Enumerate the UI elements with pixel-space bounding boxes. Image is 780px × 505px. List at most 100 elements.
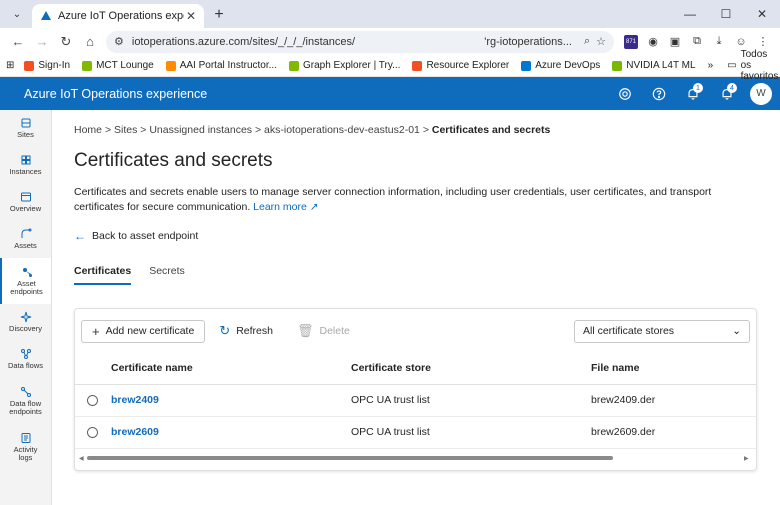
assets-icon bbox=[21, 228, 31, 239]
scroll-track[interactable] bbox=[87, 456, 744, 460]
certificate-store-dropdown[interactable]: All certificate stores ⌄ bbox=[574, 319, 750, 343]
learn-more-link[interactable]: Learn more ↗ bbox=[253, 201, 318, 213]
scroll-thumb[interactable] bbox=[87, 456, 613, 460]
close-window-icon[interactable]: ✕ bbox=[744, 0, 780, 28]
apps-grid-icon[interactable]: ⊞ bbox=[6, 60, 14, 71]
table-row[interactable]: brew2609 OPC UA trust list brew2609.der bbox=[75, 416, 756, 449]
nav-item-sites[interactable]: Sites bbox=[0, 110, 51, 147]
tab-search-icon[interactable]: ⌄ bbox=[6, 3, 28, 25]
alerts-icon[interactable]: 4 bbox=[710, 77, 744, 110]
certificate-store-cell: OPC UA trust list bbox=[351, 384, 591, 417]
breadcrumb-unassigned-instances[interactable]: Unassigned instances bbox=[149, 124, 252, 136]
bookmarks-bar: ⊞ Sign-In MCT Lounge AAI Portal Instruct… bbox=[0, 49, 780, 82]
extension-871-icon[interactable]: 871 bbox=[620, 31, 642, 53]
asset-endpoints-icon bbox=[22, 267, 32, 277]
bookmark-item[interactable]: NVIDIA L4T ML bbox=[612, 60, 696, 71]
app-title[interactable]: Azure IoT Operations experience bbox=[24, 87, 608, 101]
site-info-icon[interactable]: ⚙ bbox=[114, 35, 124, 48]
tab-close-icon[interactable]: ✕ bbox=[184, 9, 198, 23]
delete-button[interactable]: 🗑 Delete bbox=[287, 320, 360, 343]
camera-icon[interactable]: ◉ bbox=[642, 31, 664, 53]
url-text: iotoperations.azure.com/sites/_/_/_/inst… bbox=[131, 35, 356, 48]
bookmark-item[interactable]: Azure DevOps bbox=[521, 60, 600, 71]
trash-icon: 🗑 bbox=[296, 323, 314, 338]
breadcrumb: Home > Sites > Unassigned instances > ak… bbox=[74, 124, 551, 136]
sites-icon bbox=[21, 118, 30, 128]
nav-item-overview[interactable]: Overview bbox=[0, 184, 51, 221]
left-nav: Sites Instances Overview Assets Asset en… bbox=[0, 110, 52, 505]
breadcrumb-sites[interactable]: Sites bbox=[114, 124, 137, 136]
page-title: Certificates and secrets bbox=[74, 150, 273, 171]
tab-certificates[interactable]: Certificates bbox=[74, 265, 132, 285]
breadcrumb-current: Certificates and secrets bbox=[431, 124, 551, 136]
extensions-puzzle-icon[interactable]: ⧉ bbox=[686, 31, 708, 53]
bookmark-favicon-icon bbox=[612, 60, 623, 71]
page-description: Certificates and secrets enable users to… bbox=[74, 186, 712, 213]
scroll-right-icon[interactable]: ▶ bbox=[744, 455, 752, 462]
new-tab-button[interactable]: + bbox=[208, 4, 230, 26]
bookmarks-overflow-button[interactable]: » bbox=[708, 60, 714, 71]
back-to-asset-endpoint-link[interactable]: ← Back to asset endpoint bbox=[74, 229, 758, 243]
bookmark-item[interactable]: MCT Lounge bbox=[82, 60, 154, 71]
column-header-certificate-name[interactable]: Certificate name bbox=[111, 353, 351, 385]
settings-icon[interactable] bbox=[608, 77, 642, 110]
help-icon[interactable] bbox=[642, 77, 676, 110]
plus-icon: + bbox=[92, 323, 100, 339]
nav-item-discovery[interactable]: Discovery bbox=[0, 304, 51, 341]
browser-tabstrip: ⌄ Azure IoT Operations experienc ✕ + — ☐… bbox=[0, 0, 780, 28]
add-new-certificate-button[interactable]: + Add new certificate bbox=[81, 319, 206, 343]
azure-iot-favicon-icon bbox=[41, 11, 51, 20]
certificates-card: + Add new certificate ↻ Refresh 🗑 Delete… bbox=[74, 308, 757, 471]
table-row[interactable]: brew2409 OPC UA trust list brew2409.der bbox=[75, 384, 756, 417]
bookmark-item[interactable]: Resource Explorer bbox=[412, 60, 509, 71]
breadcrumb-home[interactable]: Home bbox=[74, 124, 102, 136]
user-avatar[interactable]: W bbox=[750, 82, 772, 105]
main-content: Home > Sites > Unassigned instances > ak… bbox=[52, 110, 780, 505]
maximize-icon[interactable]: ☐ bbox=[708, 0, 744, 28]
bookmark-favicon-icon bbox=[82, 60, 93, 71]
bookmark-item[interactable]: Graph Explorer | Try... bbox=[288, 60, 400, 71]
bookmark-item[interactable]: Sign-In bbox=[24, 60, 70, 71]
window-controls: — ☐ ✕ bbox=[672, 0, 780, 28]
home-icon[interactable]: ⌂ bbox=[78, 30, 102, 54]
scroll-left-icon[interactable]: ◀ bbox=[79, 455, 87, 462]
certificates-table: Certificate name Certificate store File … bbox=[75, 353, 756, 449]
column-header-file-name[interactable]: File name bbox=[591, 353, 756, 385]
address-bar[interactable]: ⚙ iotoperations.azure.com/sites/_/_/_/in… bbox=[106, 30, 614, 53]
all-bookmarks-link[interactable]: Todos os favoritos bbox=[741, 49, 779, 82]
browser-tab[interactable]: Azure IoT Operations experienc ✕ bbox=[32, 4, 204, 28]
nav-item-assets[interactable]: Assets bbox=[0, 221, 51, 258]
app-header: Azure IoT Operations experience 1 4 W bbox=[0, 77, 780, 110]
nav-item-activity-logs[interactable]: Activity logs bbox=[0, 424, 51, 470]
browser-toolbar: ← → ↻ ⌂ ⚙ iotoperations.azure.com/sites/… bbox=[0, 28, 780, 55]
bookmark-item[interactable]: AAI Portal Instructor... bbox=[165, 60, 277, 71]
reload-icon[interactable]: ↻ bbox=[54, 30, 78, 54]
star-icon[interactable]: ☆ bbox=[596, 35, 606, 48]
nav-item-instances[interactable]: Instances bbox=[0, 147, 51, 184]
column-header-certificate-store[interactable]: Certificate store bbox=[351, 353, 591, 385]
external-link-icon: ↗ bbox=[309, 201, 319, 213]
certificate-name-link[interactable]: brew2409 bbox=[111, 394, 159, 406]
nav-item-data-flows[interactable]: Data flows bbox=[0, 341, 51, 378]
certificate-name-link[interactable]: brew2609 bbox=[111, 426, 159, 438]
nav-item-asset-endpoints[interactable]: Asset endpoints bbox=[0, 258, 51, 304]
extension-square-icon[interactable]: ▣ bbox=[664, 31, 686, 53]
bookmark-favicon-icon bbox=[165, 60, 176, 71]
nav-item-data-flow-endpoints[interactable]: Data flow endpoints bbox=[0, 378, 51, 424]
row-select-radio[interactable] bbox=[87, 394, 98, 406]
tab-secrets[interactable]: Secrets bbox=[149, 265, 185, 285]
discovery-icon bbox=[20, 312, 31, 323]
row-select-radio[interactable] bbox=[87, 426, 98, 438]
file-name-cell: brew2409.der bbox=[591, 384, 756, 417]
arrow-left-icon: ← bbox=[74, 229, 86, 243]
back-icon[interactable]: ← bbox=[6, 30, 30, 54]
horizontal-scrollbar[interactable]: ◀ ▶ bbox=[79, 454, 752, 462]
breadcrumb-instance[interactable]: aks-iotoperations-dev-eastus2-01 bbox=[264, 124, 420, 136]
minimize-icon[interactable]: — bbox=[672, 0, 708, 28]
url-tail-text: 'rg-iotoperations... bbox=[484, 35, 572, 48]
notifications-icon[interactable]: 1 bbox=[676, 77, 710, 110]
refresh-button[interactable]: ↻ Refresh bbox=[209, 320, 283, 343]
forward-icon[interactable]: → bbox=[30, 30, 54, 54]
zoom-icon[interactable]: ⌕ bbox=[584, 35, 590, 48]
select-column-header bbox=[75, 353, 111, 385]
